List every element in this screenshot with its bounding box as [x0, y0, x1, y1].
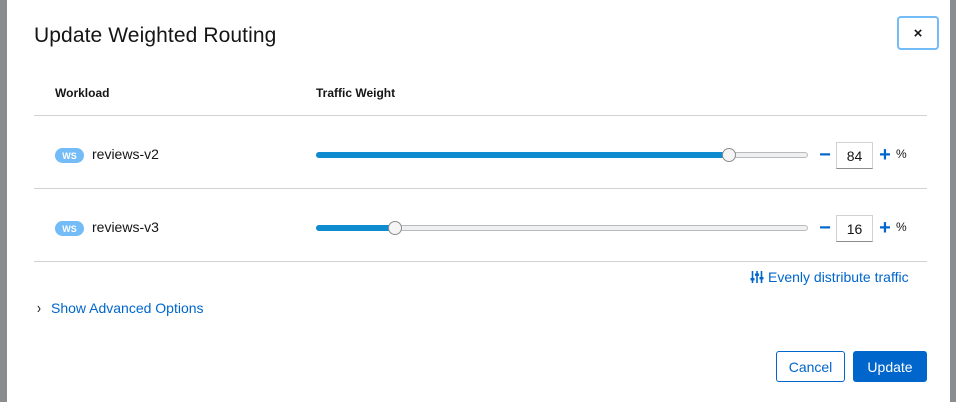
chevron-right-icon: ›	[37, 298, 41, 318]
traffic-weight-slider[interactable]	[316, 148, 808, 162]
decrease-weight-button[interactable]: −	[816, 145, 834, 165]
weight-input[interactable]	[836, 142, 873, 169]
update-button[interactable]: Update	[853, 351, 927, 382]
table-bottom-divider	[34, 261, 927, 262]
close-button[interactable]: ×	[897, 16, 939, 50]
close-icon: ×	[913, 24, 923, 42]
percent-unit: %	[896, 147, 907, 161]
evenly-distribute-label: Evenly distribute traffic	[768, 269, 909, 285]
column-header-workload: Workload	[55, 86, 110, 100]
workload-name: reviews-v2	[92, 146, 159, 162]
slider-fill	[316, 152, 730, 158]
slider-thumb[interactable]	[722, 148, 737, 162]
advanced-options-label: Show Advanced Options	[51, 300, 204, 316]
increase-weight-button[interactable]: +	[876, 218, 894, 238]
table-row: WS reviews-v2 − + %	[34, 116, 927, 188]
workload-badge: WS	[55, 221, 84, 236]
percent-unit: %	[896, 220, 907, 234]
sliders-icon	[750, 271, 764, 283]
workload-name: reviews-v3	[92, 219, 159, 235]
decrease-weight-button[interactable]: −	[816, 218, 834, 238]
evenly-distribute-link[interactable]: Evenly distribute traffic	[750, 269, 909, 285]
table-row: WS reviews-v3 − + %	[34, 189, 927, 261]
slider-thumb[interactable]	[387, 221, 402, 235]
workload-badge: WS	[55, 148, 84, 163]
increase-weight-button[interactable]: +	[876, 145, 894, 165]
column-header-traffic-weight: Traffic Weight	[316, 86, 396, 100]
show-advanced-options-toggle[interactable]: › Show Advanced Options	[37, 298, 204, 318]
modal-title: Update Weighted Routing	[34, 24, 277, 47]
traffic-weight-slider[interactable]	[316, 221, 808, 235]
weight-input[interactable]	[836, 215, 873, 242]
cancel-button[interactable]: Cancel	[776, 351, 845, 382]
weighted-routing-modal: Update Weighted Routing × Workload Traff…	[7, 0, 950, 402]
slider-fill	[316, 225, 395, 231]
